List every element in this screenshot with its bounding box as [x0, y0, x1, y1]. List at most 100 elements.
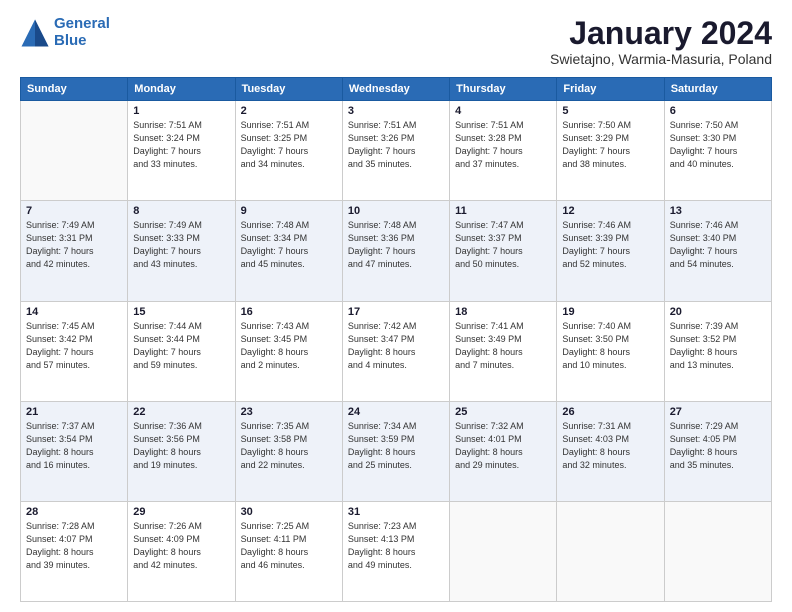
table-cell: 5Sunrise: 7:50 AMSunset: 3:29 PMDaylight…: [557, 101, 664, 201]
day-info: and 42 minutes.: [26, 258, 122, 271]
col-wednesday: Wednesday: [342, 78, 449, 101]
day-number: 5: [562, 105, 658, 117]
day-number: 20: [670, 306, 766, 318]
table-row: 14Sunrise: 7:45 AMSunset: 3:42 PMDayligh…: [21, 301, 772, 401]
day-info: Sunset: 4:05 PM: [670, 433, 766, 446]
day-info: Sunset: 3:37 PM: [455, 232, 551, 245]
day-info: Daylight: 7 hours: [241, 245, 337, 258]
table-cell: 21Sunrise: 7:37 AMSunset: 3:54 PMDayligh…: [21, 401, 128, 501]
day-info: Sunset: 3:24 PM: [133, 132, 229, 145]
day-info: and 57 minutes.: [26, 359, 122, 372]
day-info: Sunrise: 7:48 AM: [241, 219, 337, 232]
day-number: 26: [562, 406, 658, 418]
table-cell: 18Sunrise: 7:41 AMSunset: 3:49 PMDayligh…: [450, 301, 557, 401]
day-info: and 10 minutes.: [562, 359, 658, 372]
day-info: Sunrise: 7:49 AM: [26, 219, 122, 232]
day-info: Sunset: 3:30 PM: [670, 132, 766, 145]
day-number: 31: [348, 506, 444, 518]
day-info: Sunset: 4:13 PM: [348, 533, 444, 546]
day-info: and 22 minutes.: [241, 459, 337, 472]
day-info: Sunset: 3:59 PM: [348, 433, 444, 446]
day-number: 9: [241, 205, 337, 217]
day-number: 12: [562, 205, 658, 217]
day-number: 29: [133, 506, 229, 518]
table-row: 21Sunrise: 7:37 AMSunset: 3:54 PMDayligh…: [21, 401, 772, 501]
day-info: Daylight: 8 hours: [133, 446, 229, 459]
col-sunday: Sunday: [21, 78, 128, 101]
day-info: and 38 minutes.: [562, 158, 658, 171]
day-info: Sunset: 3:56 PM: [133, 433, 229, 446]
day-info: Daylight: 8 hours: [562, 446, 658, 459]
day-info: and 39 minutes.: [26, 559, 122, 572]
day-info: Sunrise: 7:35 AM: [241, 420, 337, 433]
day-info: Daylight: 8 hours: [133, 546, 229, 559]
day-info: and 50 minutes.: [455, 258, 551, 271]
day-info: Daylight: 7 hours: [348, 245, 444, 258]
day-info: Sunset: 3:58 PM: [241, 433, 337, 446]
day-info: Sunrise: 7:42 AM: [348, 320, 444, 333]
day-info: Daylight: 7 hours: [133, 145, 229, 158]
table-cell: 14Sunrise: 7:45 AMSunset: 3:42 PMDayligh…: [21, 301, 128, 401]
day-info: Sunrise: 7:49 AM: [133, 219, 229, 232]
table-cell: 12Sunrise: 7:46 AMSunset: 3:39 PMDayligh…: [557, 201, 664, 301]
logo-icon: [20, 18, 50, 48]
day-info: and 19 minutes.: [133, 459, 229, 472]
day-info: Daylight: 7 hours: [133, 245, 229, 258]
day-info: Sunset: 3:26 PM: [348, 132, 444, 145]
day-info: Sunset: 4:11 PM: [241, 533, 337, 546]
day-info: and 13 minutes.: [670, 359, 766, 372]
day-info: and 2 minutes.: [241, 359, 337, 372]
day-info: Daylight: 7 hours: [562, 145, 658, 158]
day-number: 23: [241, 406, 337, 418]
day-info: Sunset: 3:42 PM: [26, 333, 122, 346]
day-info: Daylight: 7 hours: [26, 245, 122, 258]
day-info: and 35 minutes.: [670, 459, 766, 472]
day-info: and 29 minutes.: [455, 459, 551, 472]
day-info: and 43 minutes.: [133, 258, 229, 271]
table-cell: 10Sunrise: 7:48 AMSunset: 3:36 PMDayligh…: [342, 201, 449, 301]
day-info: and 34 minutes.: [241, 158, 337, 171]
day-info: Sunset: 3:36 PM: [348, 232, 444, 245]
day-number: 21: [26, 406, 122, 418]
day-info: and 35 minutes.: [348, 158, 444, 171]
day-info: and 47 minutes.: [348, 258, 444, 271]
table-cell: 20Sunrise: 7:39 AMSunset: 3:52 PMDayligh…: [664, 301, 771, 401]
day-info: Sunset: 3:25 PM: [241, 132, 337, 145]
day-number: 1: [133, 105, 229, 117]
day-info: Daylight: 8 hours: [26, 446, 122, 459]
day-info: and 46 minutes.: [241, 559, 337, 572]
table-cell: 4Sunrise: 7:51 AMSunset: 3:28 PMDaylight…: [450, 101, 557, 201]
table-cell: 19Sunrise: 7:40 AMSunset: 3:50 PMDayligh…: [557, 301, 664, 401]
day-number: 30: [241, 506, 337, 518]
day-info: Sunrise: 7:39 AM: [670, 320, 766, 333]
table-cell: 6Sunrise: 7:50 AMSunset: 3:30 PMDaylight…: [664, 101, 771, 201]
day-info: Sunset: 4:03 PM: [562, 433, 658, 446]
day-info: Sunset: 3:33 PM: [133, 232, 229, 245]
table-cell: [557, 501, 664, 601]
table-cell: [450, 501, 557, 601]
day-info: Daylight: 8 hours: [670, 446, 766, 459]
day-info: Sunrise: 7:51 AM: [455, 119, 551, 132]
table-cell: 23Sunrise: 7:35 AMSunset: 3:58 PMDayligh…: [235, 401, 342, 501]
day-info: Sunrise: 7:40 AM: [562, 320, 658, 333]
table-cell: 28Sunrise: 7:28 AMSunset: 4:07 PMDayligh…: [21, 501, 128, 601]
day-info: Sunset: 4:09 PM: [133, 533, 229, 546]
day-number: 22: [133, 406, 229, 418]
day-info: Sunset: 3:31 PM: [26, 232, 122, 245]
day-info: and 52 minutes.: [562, 258, 658, 271]
day-number: 11: [455, 205, 551, 217]
day-number: 19: [562, 306, 658, 318]
day-info: Sunrise: 7:46 AM: [670, 219, 766, 232]
day-info: Sunrise: 7:51 AM: [241, 119, 337, 132]
day-info: Sunrise: 7:32 AM: [455, 420, 551, 433]
title-block: January 2024 Swietajno, Warmia-Masuria, …: [550, 16, 772, 67]
day-number: 13: [670, 205, 766, 217]
day-info: and 33 minutes.: [133, 158, 229, 171]
day-info: Sunrise: 7:36 AM: [133, 420, 229, 433]
header-row: Sunday Monday Tuesday Wednesday Thursday…: [21, 78, 772, 101]
day-info: Sunset: 3:34 PM: [241, 232, 337, 245]
day-info: Daylight: 7 hours: [670, 145, 766, 158]
day-info: Daylight: 7 hours: [670, 245, 766, 258]
col-tuesday: Tuesday: [235, 78, 342, 101]
day-info: Sunset: 3:45 PM: [241, 333, 337, 346]
